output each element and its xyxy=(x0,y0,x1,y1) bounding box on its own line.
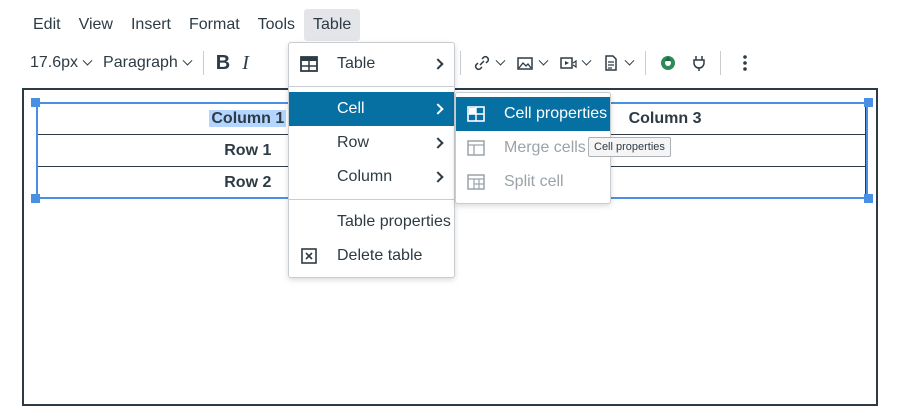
table-menu-label: Cell xyxy=(337,100,365,117)
apps-icon xyxy=(660,56,675,70)
resize-handle[interactable] xyxy=(864,98,873,107)
link-icon xyxy=(474,55,489,71)
resize-handle[interactable] xyxy=(31,98,40,107)
menu-divider xyxy=(289,199,454,200)
cell-submenu-item-split-cell[interactable]: Split cell xyxy=(456,165,610,199)
chevron-down-icon xyxy=(495,55,506,66)
chevron-right-icon xyxy=(432,58,444,70)
menu-edit[interactable]: Edit xyxy=(24,9,70,41)
block-format-value: Paragraph xyxy=(103,54,178,71)
italic-label: I xyxy=(242,51,249,74)
chevron-down-icon xyxy=(182,55,193,66)
table-menu-item-row[interactable]: Row xyxy=(289,126,454,160)
media-button[interactable] xyxy=(553,46,596,80)
table-menu-item-column[interactable]: Column xyxy=(289,160,454,194)
table-menu-label: Column xyxy=(337,168,393,185)
cell-submenu-label: Cell properties xyxy=(504,105,608,122)
table-menu-label: Delete table xyxy=(337,247,423,264)
merge-cells-icon xyxy=(466,138,486,158)
document-icon xyxy=(604,55,617,71)
cell-submenu-label: Split cell xyxy=(504,173,564,190)
font-size-value: 17.6px xyxy=(30,54,79,71)
menu-tools[interactable]: Tools xyxy=(249,9,304,41)
cell-submenu-item-merge-cells[interactable]: Merge cells xyxy=(456,131,610,165)
table-menu-item-table[interactable]: Table xyxy=(289,47,454,81)
toolbar-separator xyxy=(459,51,461,75)
resize-handle[interactable] xyxy=(31,194,40,203)
chevron-down-icon xyxy=(581,55,592,66)
table-menu-label: Table properties xyxy=(337,213,451,230)
selected-text: Column 1 xyxy=(209,109,287,127)
table-menu-label: Row xyxy=(337,134,370,151)
menu-divider xyxy=(289,86,454,87)
image-button[interactable] xyxy=(510,46,553,80)
media-icon xyxy=(559,57,577,69)
tooltip: Cell properties xyxy=(588,137,671,157)
italic-button[interactable]: I xyxy=(236,46,255,80)
apps-button[interactable] xyxy=(652,46,684,80)
document-button[interactable] xyxy=(596,46,639,80)
block-format-select[interactable]: Paragraph xyxy=(97,46,197,80)
table-menu-label: Table xyxy=(337,55,376,72)
plug-icon xyxy=(692,56,705,71)
menu-format[interactable]: Format xyxy=(180,9,249,41)
delete-table-icon xyxy=(299,246,319,266)
table-menu-item-table-properties[interactable]: Table properties xyxy=(289,205,454,239)
chevron-right-icon xyxy=(432,171,444,183)
plug-button[interactable] xyxy=(684,46,714,80)
chevron-right-icon xyxy=(432,103,444,115)
toolbar-separator xyxy=(202,51,204,75)
menu-view[interactable]: View xyxy=(70,9,122,41)
table-menu-item-delete-table[interactable]: Delete table xyxy=(289,239,454,273)
chevron-right-icon xyxy=(432,137,444,149)
bold-button[interactable]: B xyxy=(210,46,236,80)
menu-table[interactable]: Table xyxy=(304,9,361,41)
chevron-down-icon xyxy=(538,55,549,66)
table-menu: Table Cell Row Column Table properties D… xyxy=(288,42,455,278)
chevron-down-icon xyxy=(82,55,93,66)
cell-submenu-label: Merge cells xyxy=(504,139,586,156)
menu-insert[interactable]: Insert xyxy=(122,9,180,41)
table-menu-item-cell[interactable]: Cell xyxy=(289,92,454,126)
link-button[interactable] xyxy=(467,46,510,80)
more-icon xyxy=(742,55,747,71)
split-cell-icon xyxy=(466,172,486,192)
font-size-select[interactable]: 17.6px xyxy=(24,46,97,80)
cell-submenu-item-cell-properties[interactable]: Cell properties xyxy=(456,97,610,131)
bold-label: B xyxy=(215,51,231,74)
resize-handle[interactable] xyxy=(864,194,873,203)
toolbar-separator xyxy=(719,51,721,75)
more-button[interactable] xyxy=(727,46,763,80)
image-icon xyxy=(516,57,533,70)
menubar: Edit View Insert Format Tools Table xyxy=(24,8,361,42)
chevron-down-icon xyxy=(624,55,635,66)
cell-properties-icon xyxy=(466,104,486,124)
toolbar-separator xyxy=(644,51,646,75)
table-icon xyxy=(299,54,319,74)
